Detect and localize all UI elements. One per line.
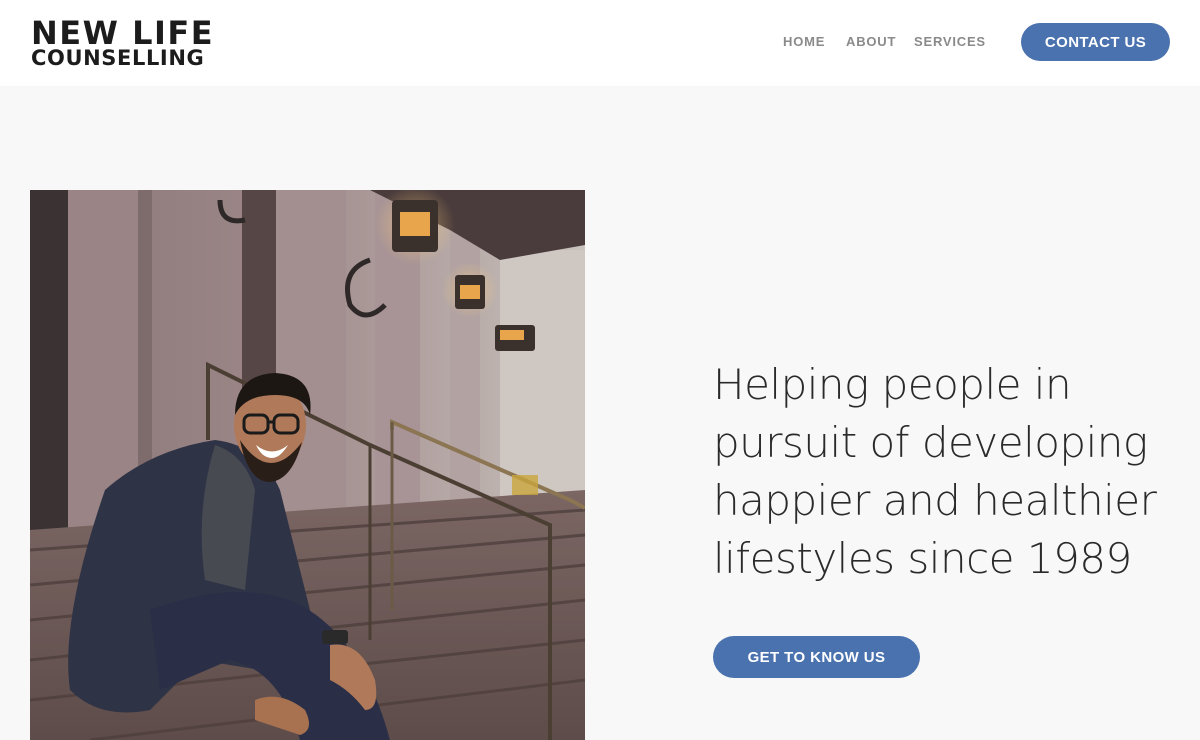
nav-link-home[interactable]: HOME	[783, 34, 825, 49]
hero-photo-illustration	[30, 190, 585, 740]
site-header: NEW LIFE COUNSELLING HOME ABOUT SERVICES…	[0, 0, 1200, 86]
hero-image	[30, 190, 585, 740]
logo-line-2: COUNSELLING	[31, 46, 205, 70]
logo-line-1: NEW LIFE	[31, 14, 215, 52]
headline-line-4: lifestyles since 1989	[713, 534, 1132, 583]
headline-line-2: pursuit of developing	[713, 418, 1148, 467]
nav-link-about[interactable]: ABOUT	[846, 34, 896, 49]
contact-us-button[interactable]: CONTACT US	[1021, 23, 1170, 61]
site-logo[interactable]: NEW LIFE COUNSELLING	[31, 14, 215, 70]
get-to-know-us-button[interactable]: GET TO KNOW US	[713, 636, 920, 678]
headline-line-1: Helping people in	[713, 360, 1072, 409]
nav-link-services[interactable]: SERVICES	[914, 34, 986, 49]
headline-line-3: happier and healthier	[713, 476, 1157, 525]
hero-headline: Helping people in pursuit of developing …	[713, 356, 1183, 588]
